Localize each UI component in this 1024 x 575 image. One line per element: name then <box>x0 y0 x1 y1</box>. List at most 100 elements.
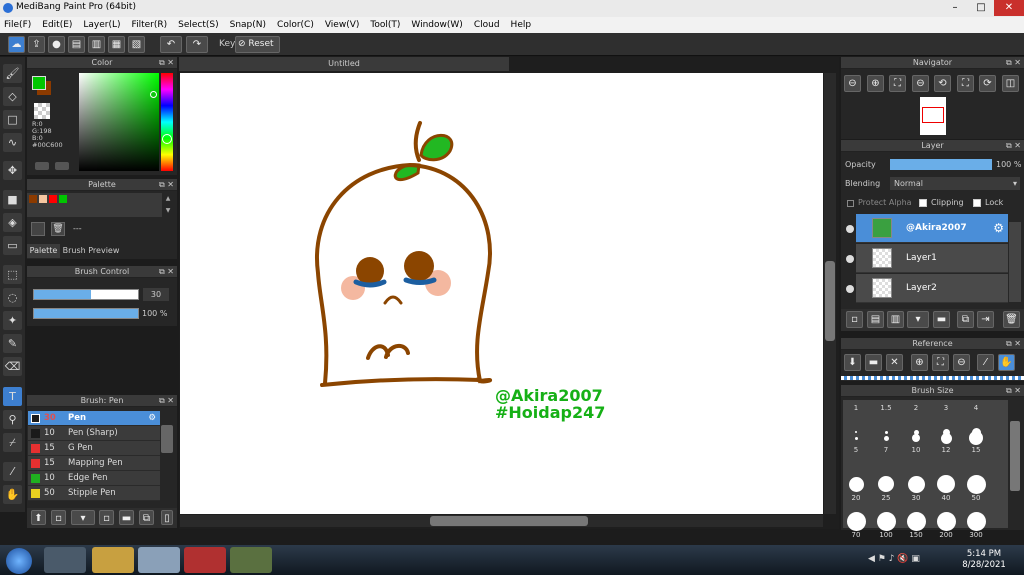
new-palette-button[interactable] <box>31 222 45 236</box>
tab-brush-preview[interactable]: Brush Preview <box>62 244 120 258</box>
minimize-button[interactable]: – <box>942 0 968 16</box>
brush-item-pen[interactable]: 30 Pen ⚙ <box>28 411 160 426</box>
menu-layer[interactable]: Layer(L) <box>83 20 120 30</box>
brush-menu-icon[interactable]: ▾ <box>71 510 95 525</box>
merge-layer-icon[interactable]: ⇥ <box>977 311 994 328</box>
menu-edit[interactable]: Edit(E) <box>42 20 72 30</box>
canvas-horizontal-scrollbar[interactable] <box>180 515 823 527</box>
fit-icon[interactable]: ⛶ <box>932 354 949 371</box>
brush-tool-icon[interactable]: 🖌 <box>3 64 22 83</box>
trash-icon[interactable]: 🗑 <box>1003 311 1020 328</box>
new-8bit-layer-icon[interactable]: ▥ <box>887 311 904 328</box>
tab-palette[interactable]: Palette <box>27 244 60 258</box>
foreground-color-swatch[interactable] <box>32 76 46 90</box>
brush-size-dot[interactable] <box>912 434 920 442</box>
layer-list-scrollbar[interactable] <box>1009 222 1021 302</box>
zoom-out-icon[interactable]: ⊖ <box>844 75 861 92</box>
rotate-icon[interactable]: ⟲ <box>934 75 951 92</box>
close-button[interactable]: ✕ <box>994 0 1024 16</box>
brush-size-dot[interactable] <box>907 475 925 493</box>
magic-wand-tool-icon[interactable]: ✦ <box>3 311 22 330</box>
brush-size-dot[interactable] <box>884 430 888 434</box>
layer-opacity-slider[interactable] <box>890 159 992 170</box>
panel-close-icon[interactable]: ⧉ ✕ <box>159 57 174 69</box>
gear-icon[interactable]: ⚙ <box>993 214 1004 243</box>
zoom-in-icon[interactable]: ⊕ <box>911 354 928 371</box>
layer-row-akira[interactable]: @Akira2007 ⚙ <box>856 214 1008 243</box>
panel-close-icon[interactable]: ⧉ ✕ <box>159 395 174 407</box>
brush-item-stipple-pen[interactable]: 50 Stipple Pen <box>28 486 160 501</box>
fill-rect-tool-icon[interactable]: ■ <box>3 190 22 209</box>
panel-close-icon[interactable]: ⧉ ✕ <box>159 266 174 278</box>
palette-color-swatch[interactable] <box>29 195 37 203</box>
lock-checkbox[interactable] <box>973 199 981 207</box>
saturation-value-picker[interactable] <box>79 73 159 171</box>
brush-size-dot[interactable] <box>848 476 864 492</box>
menu-filter[interactable]: Filter(R) <box>132 20 168 30</box>
navigator-preview[interactable] <box>920 97 946 135</box>
delete-brush-icon[interactable]: ▯ <box>161 510 173 525</box>
hue-slider[interactable] <box>161 73 173 171</box>
new-brush-icon[interactable]: ▫ <box>51 510 66 525</box>
file-explorer-app[interactable] <box>92 547 134 573</box>
select-pen-tool-icon[interactable]: ✎ <box>3 334 22 353</box>
list-icon[interactable]: ▧ <box>128 36 145 53</box>
eye-icon[interactable] <box>846 285 854 293</box>
layer-folder-icon[interactable]: ▬ <box>933 311 950 328</box>
add-layer-menu-icon[interactable]: ▾ <box>907 311 929 328</box>
hand-icon[interactable]: ✋ <box>998 354 1015 371</box>
color-picker-cursor[interactable] <box>150 91 157 98</box>
text-tool-icon[interactable]: T <box>3 387 22 406</box>
tray-icons[interactable]: ◀ ⚑ ♪ 🔇 ▣ <box>868 554 920 564</box>
brush-item-g-pen[interactable]: 15 G Pen <box>28 441 160 456</box>
zoom-out-icon[interactable]: ⊖ <box>953 354 970 371</box>
folder-icon[interactable]: ▬ <box>119 510 134 525</box>
menu-select[interactable]: Select(S) <box>178 20 219 30</box>
palette-color-swatch[interactable] <box>39 195 47 203</box>
brush-size-dot[interactable] <box>883 435 889 441</box>
zoom-in-icon[interactable]: ⊕ <box>867 75 884 92</box>
panel-close-icon[interactable]: ⧉ ✕ <box>1006 338 1021 350</box>
brush-item-pen-sharp[interactable]: 10 Pen (Sharp) <box>28 426 160 441</box>
new-halftone-layer-icon[interactable]: ▤ <box>867 311 884 328</box>
brush-size-dot[interactable] <box>876 511 896 531</box>
copy-brush-icon[interactable]: ▫ <box>99 510 114 525</box>
paint-app[interactable] <box>184 547 226 573</box>
panel-close-icon[interactable]: ⧉ ✕ <box>1006 57 1021 69</box>
hue-cursor[interactable] <box>162 134 172 144</box>
share-icon[interactable]: ⇪ <box>28 36 45 53</box>
rectangle-tool-icon[interactable]: □ <box>3 110 22 129</box>
curve-tool-icon[interactable]: ∿ <box>3 133 22 152</box>
clipping-checkbox[interactable] <box>919 199 927 207</box>
eyedropper-tool-icon[interactable]: ⁄ <box>3 462 22 481</box>
select-tool-icon[interactable]: ⬚ <box>3 265 22 284</box>
panel-close-icon[interactable]: ⧉ ✕ <box>1006 140 1021 152</box>
divide-tool-icon[interactable]: ⌿ <box>3 433 22 452</box>
brush-size-dot[interactable] <box>906 511 926 531</box>
brush-size-dot[interactable] <box>878 476 894 492</box>
close-reference-icon[interactable]: ✕ <box>886 354 903 371</box>
chat-icon[interactable]: ▤ <box>68 36 85 53</box>
vertical-scroll-thumb[interactable] <box>825 261 835 341</box>
brush-opacity-slider[interactable] <box>33 308 139 319</box>
panel-close-icon[interactable]: ⧉ ✕ <box>1006 385 1021 397</box>
drawing-canvas[interactable]: @Akira2007 #Hoidap247 <box>180 73 823 514</box>
brush-size-dot[interactable] <box>969 431 983 445</box>
cloud-icon[interactable]: ☁ <box>8 36 25 53</box>
medibang-app[interactable] <box>230 547 272 573</box>
navigator-viewport[interactable] <box>922 107 944 123</box>
flip-icon[interactable]: ◫ <box>1002 75 1019 92</box>
brush-list-scrollbar[interactable] <box>161 425 173 453</box>
actual-size-icon[interactable]: ⛶ <box>957 75 974 92</box>
bucket-tool-icon[interactable]: ◈ <box>3 213 22 232</box>
menu-cloud[interactable]: Cloud <box>474 20 500 30</box>
new-layer-icon[interactable]: ▫ <box>846 311 863 328</box>
brush-size-dot[interactable] <box>854 436 858 440</box>
brush-size-dot[interactable] <box>936 511 956 531</box>
menu-tool[interactable]: Tool(T) <box>370 20 400 30</box>
rotate-right-icon[interactable]: ⟳ <box>979 75 996 92</box>
hand-tool-icon[interactable]: ✋ <box>3 485 22 504</box>
brush-size-dot[interactable] <box>937 475 955 493</box>
move-tool-icon[interactable]: ✥ <box>3 161 22 180</box>
grid-icon[interactable]: ▦ <box>108 36 125 53</box>
